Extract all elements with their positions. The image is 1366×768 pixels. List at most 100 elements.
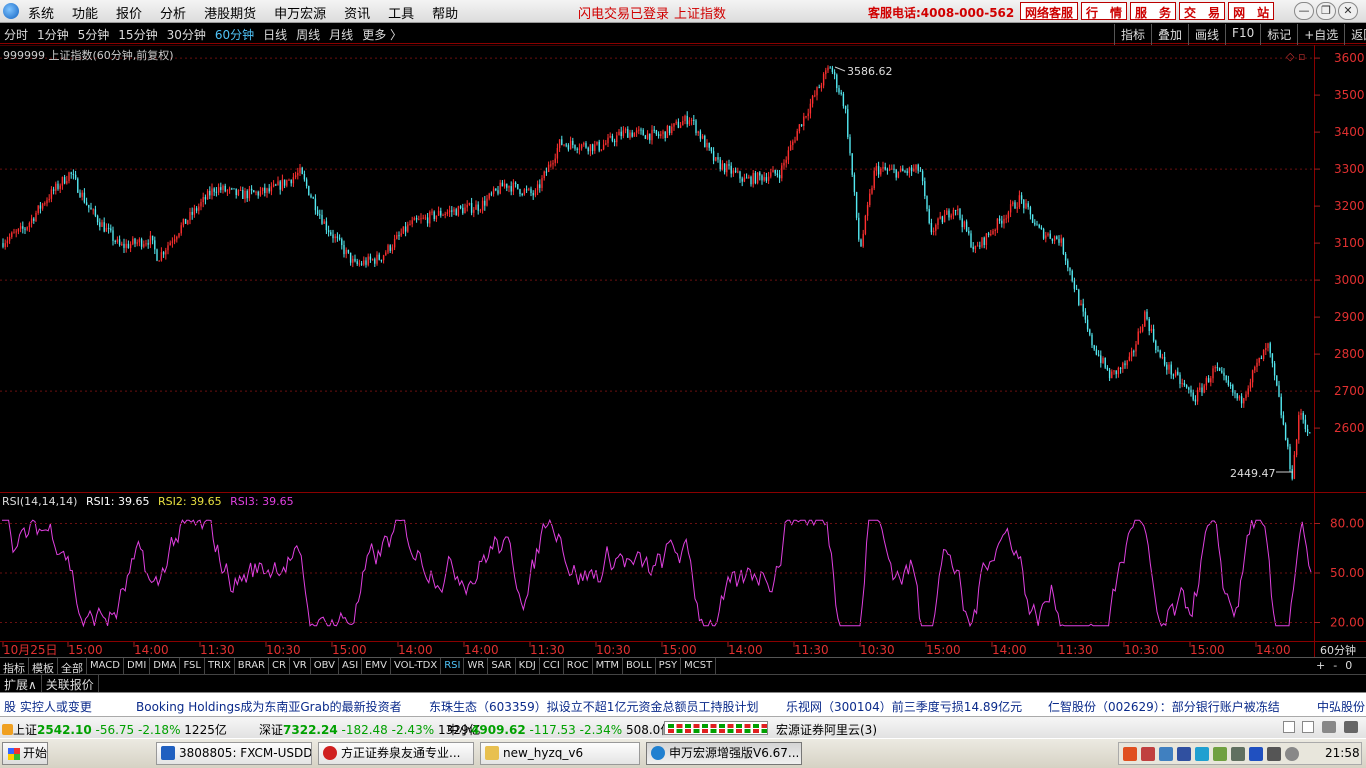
tab-indicator[interactable]: 指标 xyxy=(0,658,29,675)
tab-all[interactable]: 全部 xyxy=(58,658,87,675)
menu-help[interactable]: 帮助 xyxy=(432,3,458,22)
tab-macd[interactable]: MACD xyxy=(87,658,124,674)
tab-roc[interactable]: ROC xyxy=(564,658,593,674)
network-icon[interactable] xyxy=(1159,747,1173,761)
menu-news[interactable]: 资讯 xyxy=(344,3,370,22)
tab-60min[interactable]: 60分钟 xyxy=(215,26,254,43)
tab-psy[interactable]: PSY xyxy=(656,658,682,674)
news-item[interactable]: 股 实控人或变更 xyxy=(4,698,92,715)
news-item[interactable]: 仁智股份（002629）：部分银行账户被冻结 xyxy=(1048,698,1280,715)
tab-5min[interactable]: 5分钟 xyxy=(78,26,110,43)
service-button[interactable]: 服 务 xyxy=(1130,2,1177,20)
tab-asi[interactable]: ASI xyxy=(339,658,363,674)
market-button[interactable]: 行 情 xyxy=(1081,2,1128,20)
website-button[interactable]: 网 站 xyxy=(1228,2,1275,20)
tab-obv[interactable]: OBV xyxy=(311,658,339,674)
zoom-out-button[interactable]: - xyxy=(1333,659,1337,672)
flash-trade-login-status[interactable]: 闪电交易已登录 xyxy=(578,3,669,22)
bluetooth-icon[interactable] xyxy=(1249,747,1263,761)
mark-button[interactable]: 标记 xyxy=(1260,24,1297,45)
news-item[interactable]: Booking Holdings成为东南亚Grab的最新投资者 xyxy=(136,698,402,715)
driver-icon[interactable] xyxy=(1213,747,1227,761)
kline-chart-svg[interactable]: 3600 3500 3400 3300 3200 3100 3000 2900 2800 2700… xyxy=(0,45,1366,657)
taskbar-item-founder[interactable]: 方正证券泉友通专业... xyxy=(318,742,474,765)
indicator-button[interactable]: 指标 xyxy=(1114,24,1151,45)
tab-kdj[interactable]: KDJ xyxy=(516,658,540,674)
news-item[interactable]: 中弘股份 xyxy=(1317,698,1365,715)
reset-button[interactable]: 0 xyxy=(1345,659,1352,672)
tab-vol-tdx[interactable]: VOL-TDX xyxy=(391,658,442,674)
zoom-in-button[interactable]: + xyxy=(1316,659,1325,672)
minimize-icon[interactable]: — xyxy=(1294,2,1314,20)
restore-icon[interactable]: ❐ xyxy=(1316,2,1336,20)
taskbar-item-fxcm[interactable]: 3808805: FXCM-USDDe... xyxy=(156,742,312,765)
rsi-header: RSI(14,14,14) RSI1: 39.65 RSI2: 39.65 RS… xyxy=(2,495,294,508)
ime-icon[interactable] xyxy=(1123,747,1137,761)
tab-dma[interactable]: DMA xyxy=(150,658,181,674)
usb-icon[interactable] xyxy=(1231,747,1245,761)
tab-weekly[interactable]: 周线 xyxy=(296,26,320,43)
taskbar-clock[interactable]: 21:58 xyxy=(1325,746,1360,760)
news-ticker[interactable]: 股 实控人或变更 Booking Holdings成为东南亚Grab的最新投资者… xyxy=(0,692,1366,716)
tab-dmi[interactable]: DMI xyxy=(124,658,151,674)
trade-button[interactable]: 交 易 xyxy=(1179,2,1226,20)
sh-index-status[interactable]: 上证2542.10 -56.75 -2.18% 1225亿 xyxy=(2,721,227,738)
add-watchlist-button[interactable]: +自选 xyxy=(1297,24,1344,45)
menu-analysis[interactable]: 分析 xyxy=(160,3,186,22)
draw-line-button[interactable]: 画线 xyxy=(1188,24,1225,45)
sz-change: -182.48 xyxy=(341,723,388,737)
menu-tools[interactable]: 工具 xyxy=(388,3,414,22)
app-logo-icon[interactable] xyxy=(3,3,19,19)
tab-trix[interactable]: TRIX xyxy=(205,658,235,674)
tab-brar[interactable]: BRAR xyxy=(235,658,269,674)
market-breadth-bars xyxy=(664,721,768,735)
layout-icon[interactable] xyxy=(1302,721,1314,733)
f10-button[interactable]: F10 xyxy=(1225,24,1260,45)
overlay-button[interactable]: 叠加 xyxy=(1151,24,1188,45)
menu-system[interactable]: 系统 xyxy=(28,3,54,22)
chart-settings-icon[interactable]: ◇ ▫ xyxy=(1286,50,1305,63)
start-button[interactable]: 开始 xyxy=(2,742,48,765)
tab-boll[interactable]: BOLL xyxy=(623,658,656,674)
volume-icon[interactable] xyxy=(1267,747,1281,761)
tab-30min[interactable]: 30分钟 xyxy=(167,26,206,43)
tab-rsi[interactable]: RSI xyxy=(441,658,465,674)
sme-index-status[interactable]: 中小4909.62 -117.53 -2.34% 508.0亿 xyxy=(447,721,672,738)
online-service-button[interactable]: 网络客服 xyxy=(1020,2,1079,20)
server-name[interactable]: 宏源证券阿里云(3) xyxy=(776,721,877,738)
tab-vr[interactable]: VR xyxy=(290,658,311,674)
chart-area[interactable]: 3600 3500 3400 3300 3200 3100 3000 2900 2800 2700… xyxy=(0,45,1366,657)
menu-hk-futures[interactable]: 港股期货 xyxy=(204,3,256,22)
menu-function[interactable]: 功能 xyxy=(72,3,98,22)
news-item[interactable]: 东珠生态（603359）拟设立不超1亿元资金总额员工持股计划 xyxy=(429,698,758,715)
tab-wr[interactable]: WR xyxy=(464,658,489,674)
security-icon[interactable] xyxy=(1177,747,1191,761)
tab-sar[interactable]: SAR xyxy=(488,658,516,674)
news-item[interactable]: 乐视网（300104）前三季度亏损14.89亿元 xyxy=(786,698,1022,715)
window-toggle-icon[interactable] xyxy=(1283,721,1295,733)
tab-mcst[interactable]: MCST xyxy=(681,658,717,674)
connection-icon[interactable] xyxy=(1344,721,1358,733)
info-icon[interactable] xyxy=(1285,747,1299,761)
menu-swhy[interactable]: 申万宏源 xyxy=(274,3,326,22)
monitor-icon[interactable] xyxy=(1322,721,1336,733)
tab-fsl[interactable]: FSL xyxy=(180,658,205,674)
back-button[interactable]: 返回 xyxy=(1344,24,1366,45)
tab-emv[interactable]: EMV xyxy=(362,658,391,674)
tab-more[interactable]: 更多 〉 xyxy=(362,26,402,43)
menu-quote[interactable]: 报价 xyxy=(116,3,142,22)
tab-15min[interactable]: 15分钟 xyxy=(118,26,157,43)
tab-mtm[interactable]: MTM xyxy=(593,658,623,674)
tab-template[interactable]: 模板 xyxy=(29,658,58,675)
tab-intraday[interactable]: 分时 xyxy=(4,26,28,43)
tab-1min[interactable]: 1分钟 xyxy=(37,26,69,43)
close-icon[interactable]: ✕ xyxy=(1338,2,1358,20)
taskbar-item-folder[interactable]: new_hyzq_v6 xyxy=(480,742,640,765)
tab-daily[interactable]: 日线 xyxy=(263,26,287,43)
taskbar-item-swhy[interactable]: 申万宏源增强版V6.67... xyxy=(646,742,802,765)
antivirus-icon[interactable] xyxy=(1141,747,1155,761)
tab-cci[interactable]: CCI xyxy=(540,658,564,674)
tab-monthly[interactable]: 月线 xyxy=(329,26,353,43)
update-icon[interactable] xyxy=(1195,747,1209,761)
tab-cr[interactable]: CR xyxy=(269,658,290,674)
